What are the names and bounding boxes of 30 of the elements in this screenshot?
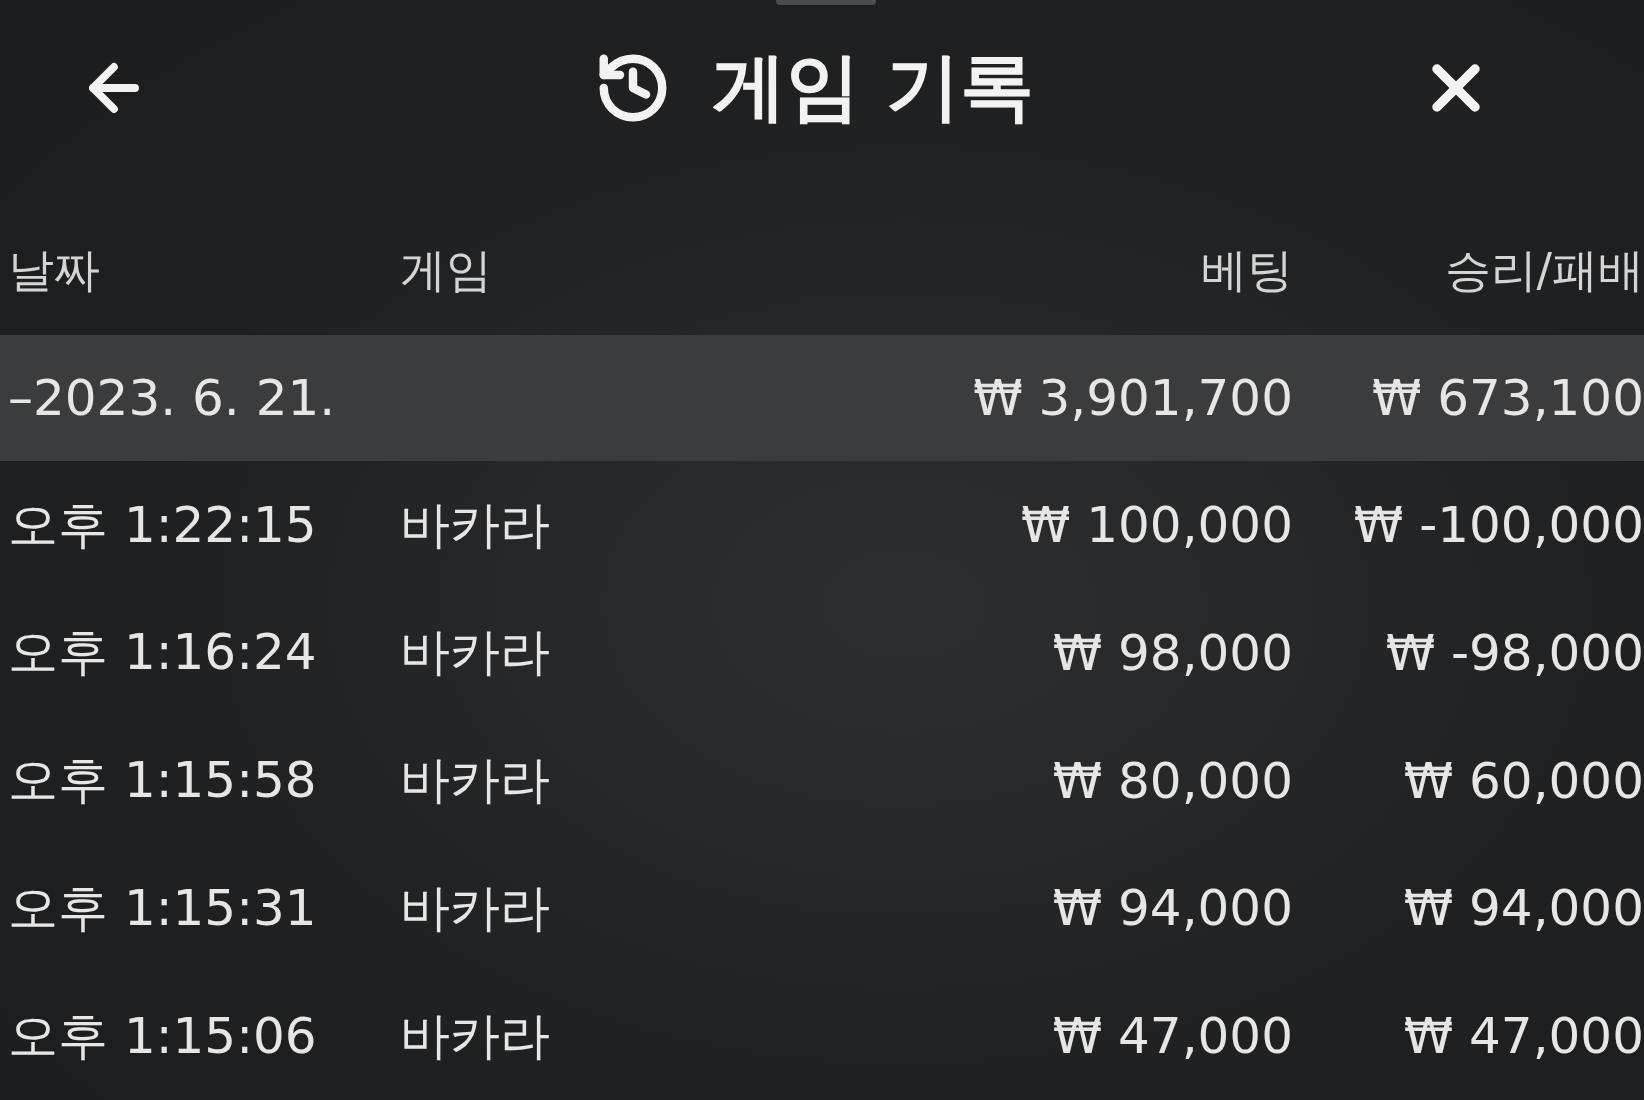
column-header: 게임: [400, 241, 493, 299]
time-cell-text: 오후 1:15:31: [8, 877, 318, 939]
game-cell-text: 바카라: [400, 494, 551, 556]
time-cell-text: 오후 1:15:06: [8, 1005, 318, 1067]
drag-handle[interactable]: [776, 0, 876, 5]
result-cell-text: ₩ 47,000: [1402, 1007, 1644, 1066]
column-header: 날짜: [8, 241, 101, 299]
bet-cell-text: ₩ 100,000: [1019, 496, 1293, 555]
result-cell-text: ₩ -98,000: [1384, 623, 1644, 682]
time-cell-text: 오후 1:16:24: [8, 622, 318, 684]
game-cell-text: 바카라: [400, 1005, 551, 1067]
time-cell-text: 오후 1:22:15: [8, 494, 318, 556]
result-total-cell-text: ₩ 673,100: [1370, 369, 1644, 428]
bet-cell-text: ₩ 94,000: [1051, 879, 1293, 938]
bet-cell-text: ₩ 98,000: [1051, 623, 1293, 682]
column-header: 베팅: [1200, 241, 1293, 299]
time-cell-text: 오후 1:15:58: [8, 750, 318, 812]
bet-cell-text: ₩ 80,000: [1051, 751, 1293, 810]
bet-cell-text: ₩ 47,000: [1051, 1007, 1293, 1066]
game-cell-text: 바카라: [400, 750, 551, 812]
date-cell: 2023. 6. 21.: [33, 369, 336, 428]
result-cell-text: ₩ 94,000: [1402, 879, 1644, 938]
collapse-toggle[interactable]: –: [8, 369, 33, 428]
game-cell-text: 바카라: [400, 622, 551, 684]
bet-total-cell-text: ₩ 3,901,700: [972, 369, 1293, 428]
game-cell-text: 바카라: [400, 877, 551, 939]
result-cell-text: ₩ 60,000: [1402, 751, 1644, 810]
window-title: 게임 기록: [712, 41, 1034, 131]
column-header: 승리/패배: [1443, 241, 1644, 299]
result-cell-text: ₩ -100,000: [1352, 496, 1644, 555]
